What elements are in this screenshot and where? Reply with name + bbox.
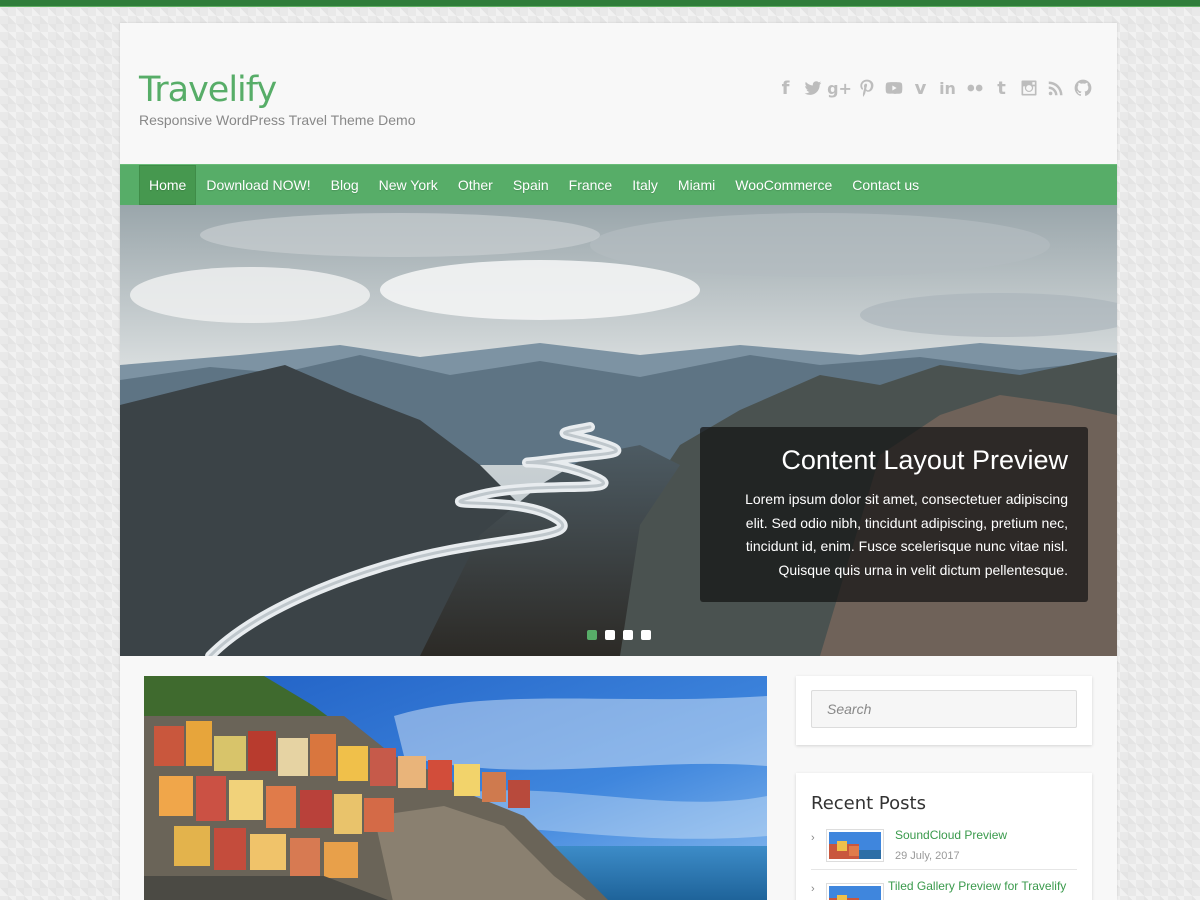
github-icon[interactable] bbox=[1070, 77, 1095, 99]
recent-post-link[interactable]: Tiled Gallery Preview for Travelify bbox=[888, 879, 1066, 893]
nav-item-italy[interactable]: Italy bbox=[622, 165, 668, 205]
slider-dot[interactable] bbox=[641, 630, 651, 640]
slider-dot[interactable] bbox=[587, 630, 597, 640]
nav-item-woocommerce[interactable]: WooCommerce bbox=[725, 165, 842, 205]
featured-post-image[interactable] bbox=[144, 676, 767, 900]
nav-menu: Home Download NOW! Blog New York Other Spain F… bbox=[120, 165, 1117, 205]
nav-item-contact-us[interactable]: Contact us bbox=[842, 165, 929, 205]
site-description: Responsive WordPress Travel Theme Demo bbox=[139, 112, 416, 128]
recent-posts-title: Recent Posts bbox=[811, 793, 926, 814]
chevron-right-icon: › bbox=[811, 832, 815, 844]
rss-icon[interactable] bbox=[1043, 77, 1068, 99]
divider bbox=[811, 869, 1077, 870]
social-links: f g+ v in t bbox=[773, 77, 1095, 99]
slider-dot[interactable] bbox=[605, 630, 615, 640]
facebook-icon[interactable]: f bbox=[773, 77, 798, 99]
pinterest-icon[interactable] bbox=[854, 77, 879, 99]
nav-item-home[interactable]: Home bbox=[139, 165, 197, 205]
google-plus-icon[interactable]: g+ bbox=[827, 77, 852, 99]
nav-item-spain[interactable]: Spain bbox=[503, 165, 559, 205]
recent-post-thumbnail[interactable] bbox=[826, 883, 884, 900]
nav-item-download-now[interactable]: Download NOW! bbox=[196, 165, 320, 205]
site-wrapper: Travelify Responsive WordPress Travel Th… bbox=[120, 23, 1117, 900]
recent-post-date: 29 July, 2017 bbox=[895, 850, 960, 862]
nav-item-new-york[interactable]: New York bbox=[369, 165, 448, 205]
recent-post-link[interactable]: SoundCloud Preview bbox=[895, 828, 1007, 842]
vimeo-icon[interactable]: v bbox=[908, 77, 933, 99]
top-accent-bar bbox=[0, 0, 1200, 7]
slider-dot[interactable] bbox=[623, 630, 633, 640]
nav-item-other[interactable]: Other bbox=[448, 165, 503, 205]
twitter-icon[interactable] bbox=[800, 77, 825, 99]
linkedin-icon[interactable]: in bbox=[935, 77, 960, 99]
slider-pagination bbox=[587, 630, 651, 640]
nav-item-miami[interactable]: Miami bbox=[668, 165, 725, 205]
search-input[interactable] bbox=[811, 690, 1077, 728]
nav-item-france[interactable]: France bbox=[559, 165, 623, 205]
instagram-icon[interactable] bbox=[1016, 77, 1041, 99]
cinque-terre-image bbox=[144, 676, 767, 900]
site-title[interactable]: Travelify bbox=[139, 70, 277, 110]
featured-slider[interactable]: Content Layout Preview Lorem ipsum dolor… bbox=[120, 205, 1117, 656]
search-widget bbox=[796, 676, 1092, 745]
flickr-icon[interactable] bbox=[962, 77, 987, 99]
slide-caption: Content Layout Preview Lorem ipsum dolor… bbox=[700, 427, 1088, 602]
recent-posts-widget: Recent Posts › SoundCloud Preview 29 Jul… bbox=[796, 773, 1092, 900]
tumblr-icon[interactable]: t bbox=[989, 77, 1014, 99]
slide-caption-text: Lorem ipsum dolor sit amet, consectetuer… bbox=[745, 491, 1068, 578]
youtube-icon[interactable] bbox=[881, 77, 906, 99]
nav-item-blog[interactable]: Blog bbox=[321, 165, 369, 205]
recent-post-thumbnail[interactable] bbox=[826, 829, 884, 862]
slide-caption-title[interactable]: Content Layout Preview bbox=[720, 445, 1068, 476]
chevron-right-icon: › bbox=[811, 883, 815, 895]
main-navigation: Home Download NOW! Blog New York Other Spain F… bbox=[120, 164, 1117, 205]
